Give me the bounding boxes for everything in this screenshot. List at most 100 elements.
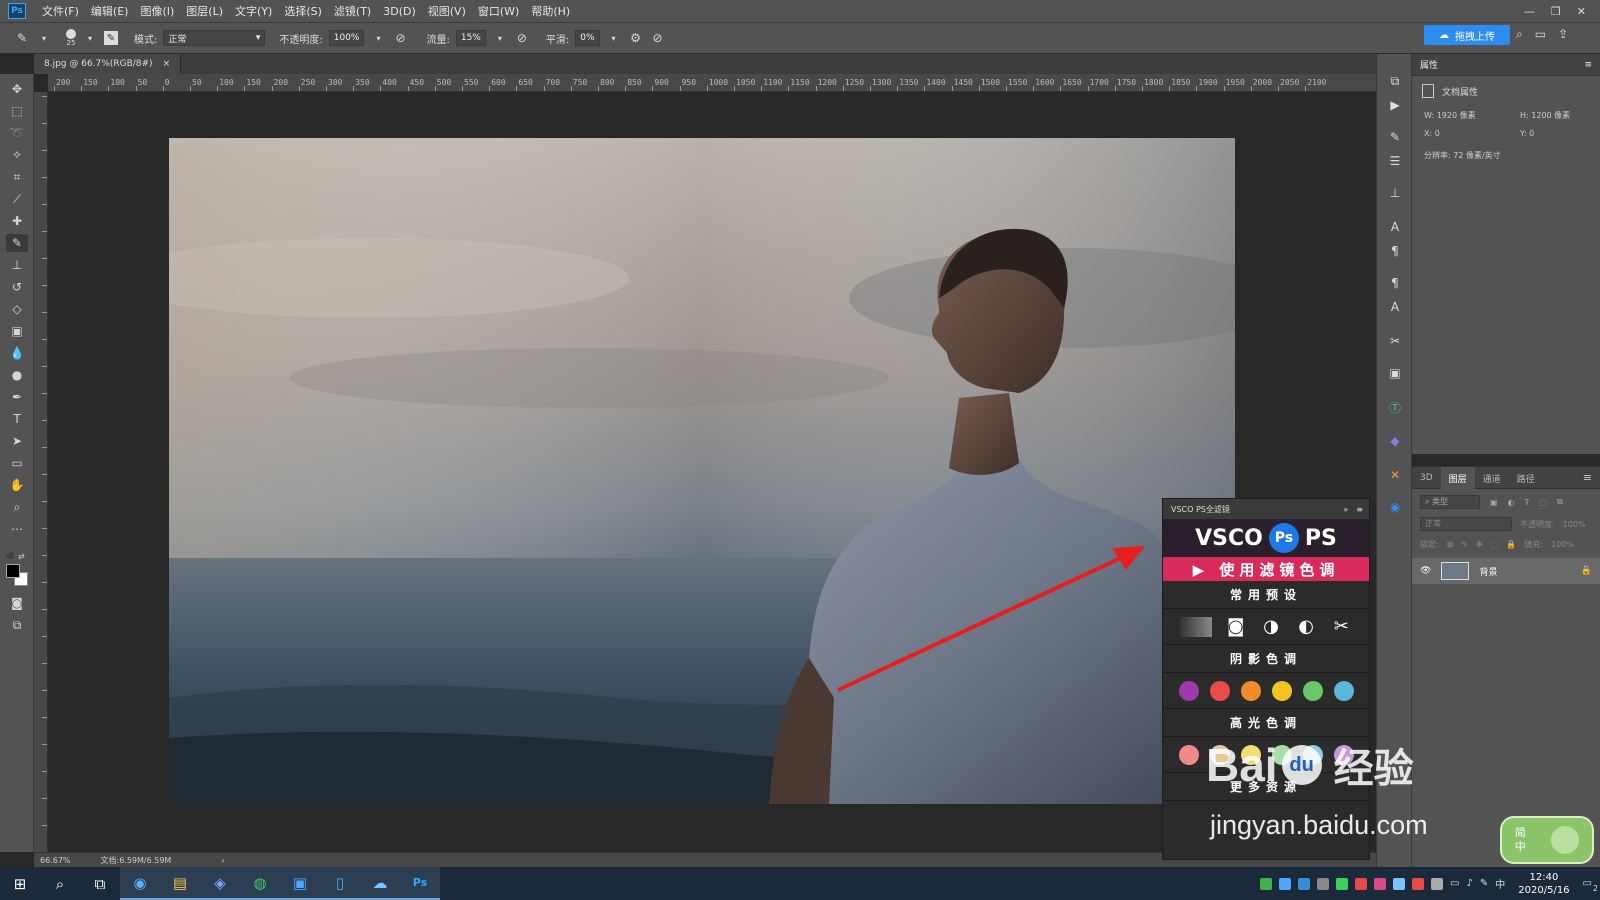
chevron-right-icon[interactable]: ›	[221, 856, 224, 865]
system-clock[interactable]: 12:40 2020/5/16	[1518, 871, 1569, 897]
adjust-panel-icon[interactable]: ☰	[1385, 152, 1405, 170]
tablet-app-icon[interactable]: ▯	[320, 867, 360, 900]
network-icon[interactable]: ▭	[1450, 878, 1459, 889]
chevron-down-icon[interactable]: ▾	[492, 30, 508, 46]
eraser-tool-icon[interactable]: ◇	[6, 300, 28, 318]
document-tab[interactable]: 8.jpg @ 66.7%(RGB/8#) ×	[34, 54, 182, 74]
menu-view[interactable]: 视图(V)	[422, 3, 472, 19]
shadow-color-swatch[interactable]	[1209, 680, 1230, 701]
panel-menu-icon[interactable]: ≡	[1584, 60, 1600, 70]
shadow-color-swatch[interactable]	[1333, 680, 1354, 701]
lock-pixels-icon[interactable]: ⊠	[1447, 540, 1454, 549]
contrast-preset-icon[interactable]: ◑	[1260, 616, 1282, 638]
windows-start-icon[interactable]: ⊞	[0, 867, 40, 900]
layer-row-background[interactable]: 👁 背景 🔒	[1412, 558, 1600, 584]
use-filter-button[interactable]: ▶ 使用滤镜色调	[1163, 557, 1369, 581]
highlight-color-swatch[interactable]	[1178, 744, 1199, 765]
tray-pink-icon[interactable]	[1374, 877, 1387, 890]
exposure-preset-icon[interactable]: ◐	[1295, 616, 1317, 638]
character-panel-icon[interactable]: A	[1385, 218, 1405, 236]
opacity-field[interactable]: 100%	[328, 30, 365, 46]
default-colors-icon[interactable]: ⬛	[6, 552, 16, 562]
properties-tab[interactable]: 属性 ≡	[1412, 54, 1600, 76]
history-brush-tool-icon[interactable]: ↺	[6, 278, 28, 296]
vignette-preset-icon[interactable]: ◙	[1225, 616, 1247, 638]
menu-filter[interactable]: 滤镜(T)	[328, 3, 377, 19]
healing-brush-tool-icon[interactable]: ✚	[6, 212, 28, 230]
lock-paint-icon[interactable]: ✎	[1461, 540, 1468, 549]
notes-panel-icon[interactable]: ▣	[1385, 364, 1405, 382]
wechat-tray-icon[interactable]	[1336, 877, 1349, 890]
share-icon[interactable]: ⇪	[1558, 27, 1568, 42]
gradient-preset-icon[interactable]	[1179, 616, 1212, 637]
filter-adjust-icon[interactable]: ◐	[1508, 498, 1515, 507]
actions-play-icon[interactable]: ▶	[1385, 96, 1405, 114]
lock-position-icon[interactable]: ✥	[1476, 540, 1483, 549]
more-tools-icon[interactable]: ⋯	[6, 520, 28, 538]
screen-mode-icon[interactable]: ⧉	[6, 616, 28, 634]
brush-tool-icon[interactable]: ✎	[6, 234, 28, 252]
tray-red-icon[interactable]	[1355, 877, 1368, 890]
menu-type[interactable]: 文字(Y)	[229, 3, 278, 19]
layer-opacity-value[interactable]: 100%	[1563, 520, 1586, 529]
drag-upload-button[interactable]: ☁ 拖拽上传	[1424, 25, 1510, 45]
menu-edit[interactable]: 编辑(E)	[85, 3, 135, 19]
y-field[interactable]: Y: 0	[1520, 129, 1600, 138]
move-tool-icon[interactable]: ✥	[6, 80, 28, 98]
app-icon[interactable]: ◈	[200, 867, 240, 900]
zoom-level[interactable]: 66.67%	[40, 856, 71, 865]
paragraph-style-icon[interactable]: ¶	[1385, 274, 1405, 292]
crop-tool-icon[interactable]: ⌗	[6, 168, 28, 186]
type-tool-icon[interactable]: T	[6, 410, 28, 428]
volume-icon[interactable]: ♪	[1466, 878, 1472, 889]
chevron-down-icon[interactable]: ▾	[36, 30, 52, 46]
x-field[interactable]: X: 0	[1424, 129, 1520, 138]
cloud-app-icon[interactable]: ☁	[360, 867, 400, 900]
notification-icon[interactable]: ▭ 2	[1583, 878, 1598, 893]
tray-cloud-icon[interactable]	[1393, 877, 1406, 890]
gradient-tool-icon[interactable]: ▣	[6, 322, 28, 340]
plugin-icon[interactable]: ◆	[1385, 432, 1405, 450]
pen-tool-icon[interactable]: ✒	[6, 388, 28, 406]
filter-shape-icon[interactable]: ⬚	[1539, 498, 1547, 507]
store-icon[interactable]: ▣	[280, 867, 320, 900]
task-view-icon[interactable]: ⧉	[80, 867, 120, 900]
shadow-color-swatch[interactable]	[1178, 680, 1199, 701]
file-explorer-icon[interactable]: ▤	[160, 867, 200, 900]
pressure-opacity-icon[interactable]: ⊘	[392, 30, 408, 46]
tab-paths[interactable]: 路径	[1509, 467, 1543, 489]
stamp-tool-icon[interactable]: ⊥	[6, 256, 28, 274]
filter-smart-icon[interactable]: ⧉	[1557, 497, 1563, 507]
marquee-tool-icon[interactable]: ⬚	[6, 102, 28, 120]
menu-window[interactable]: 窗口(W)	[472, 3, 525, 19]
paragraph-panel-icon[interactable]: ¶	[1385, 242, 1405, 260]
menu-file[interactable]: 文件(F)	[36, 3, 85, 19]
search-icon[interactable]: ⌕	[1516, 27, 1523, 42]
panel-menu-icon[interactable]: ≡	[1583, 467, 1600, 488]
blend-mode-select[interactable]: 正常	[1420, 517, 1512, 531]
swap-colors-icon[interactable]: ⇄	[18, 552, 28, 562]
brush-panel-icon[interactable]: ✎	[1385, 128, 1405, 146]
menu-3d[interactable]: 3D(D)	[377, 5, 422, 18]
menu-select[interactable]: 选择(S)	[278, 3, 328, 19]
tool-presets-icon[interactable]: ✂	[1385, 332, 1405, 350]
mode-select[interactable]: 正常 ▾	[163, 30, 266, 46]
zoom-tool-icon[interactable]: ⌕	[6, 498, 28, 516]
filter-image-icon[interactable]: ▣	[1490, 498, 1498, 507]
tray-green-icon[interactable]	[1260, 877, 1273, 890]
menu-help[interactable]: 帮助(H)	[525, 3, 576, 19]
clone-source-icon[interactable]: ⊥	[1385, 184, 1405, 202]
microphone-icon[interactable]	[1317, 877, 1330, 890]
menu-image[interactable]: 图像(I)	[134, 3, 180, 19]
layer-filter-select[interactable]: ⌕ 类型	[1420, 495, 1480, 509]
shadow-color-swatch[interactable]	[1271, 680, 1292, 701]
panel-menu-icon[interactable]: ≡	[1356, 505, 1363, 514]
chevron-down-icon[interactable]: ▾	[82, 30, 98, 46]
smoothing-field[interactable]: 0%	[575, 30, 600, 46]
quick-mask-icon[interactable]: ◙	[6, 594, 28, 612]
ime-floating-badge[interactable]: 简 中	[1500, 816, 1594, 864]
history-panel-icon[interactable]: ⧉	[1385, 72, 1405, 90]
foreground-color-swatch[interactable]	[6, 564, 20, 578]
ime-indicator[interactable]: 中	[1495, 876, 1505, 891]
brush-size-picker[interactable]: 25	[66, 29, 76, 47]
